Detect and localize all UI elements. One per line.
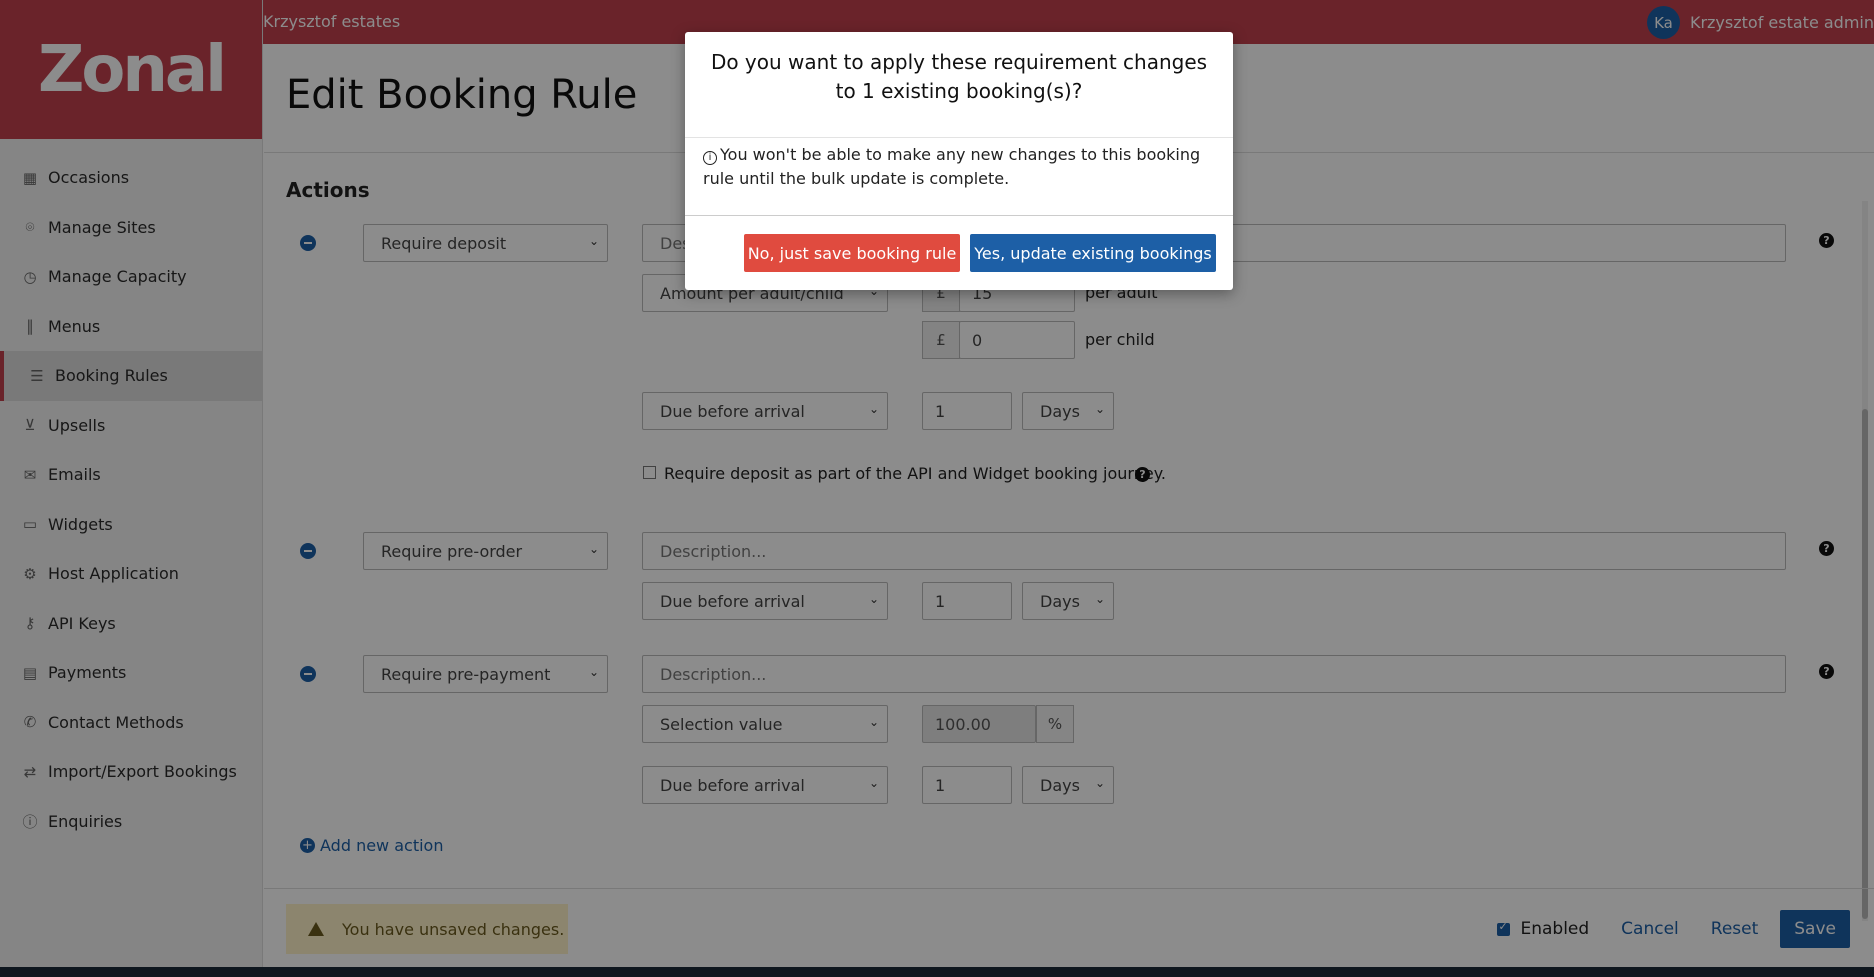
- modal-body-text: You won't be able to make any new change…: [703, 145, 1201, 188]
- modal-title-divider: [685, 137, 1233, 138]
- modal-divider: [685, 215, 1233, 216]
- modal-body: i You won't be able to make any new chang…: [703, 143, 1215, 191]
- info-icon: i: [703, 151, 717, 165]
- no-just-save-button[interactable]: No, just save booking rule: [744, 234, 960, 272]
- modal-title: Do you want to apply these requirement c…: [710, 50, 1208, 103]
- yes-update-existing-bookings-button[interactable]: Yes, update existing bookings: [970, 234, 1216, 272]
- bulk-update-confirmation-modal: Do you want to apply these requirement c…: [685, 32, 1233, 290]
